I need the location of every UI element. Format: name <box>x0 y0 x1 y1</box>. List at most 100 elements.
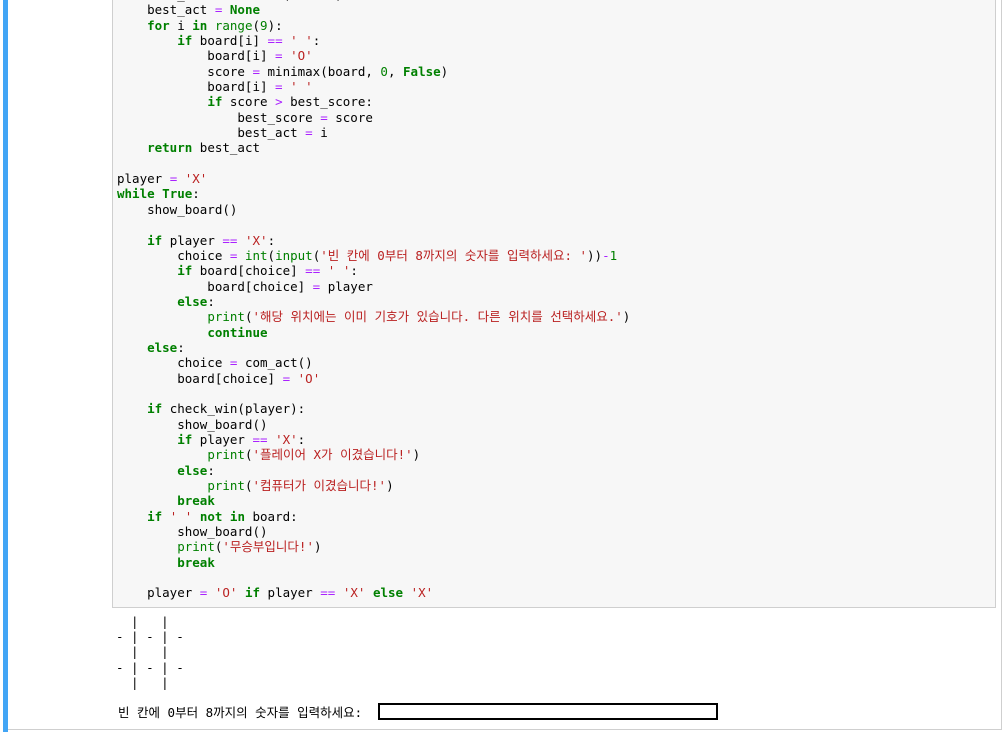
code-token: board[i] <box>192 33 268 49</box>
code-line: if score > best_score: <box>117 94 630 109</box>
code-text[interactable]: best_score = float('-inf') best_act = No… <box>117 0 630 601</box>
code-token: == <box>252 431 268 447</box>
code-line: print('컴퓨터가 이겼습니다!') <box>117 478 630 493</box>
code-token: ' ' <box>327 263 351 279</box>
code-token: = <box>275 48 283 64</box>
code-line: else: <box>117 340 630 355</box>
code-token: ) <box>622 309 631 325</box>
code-line: choice = int(input('빈 칸에 0부터 8까지의 숫자를 입력… <box>117 248 630 263</box>
code-line: for i in range(9): <box>117 18 630 33</box>
code-line: show_board() <box>117 417 630 432</box>
code-token: ( <box>252 17 261 33</box>
code-token: if <box>244 585 261 601</box>
code-token: show_board() <box>117 524 268 540</box>
code-token: ) <box>412 447 421 463</box>
code-line: best_score = score <box>117 110 630 125</box>
code-token: board[choice] <box>117 278 313 294</box>
code-token: player <box>320 278 373 294</box>
code-token: i <box>312 125 328 141</box>
code-token: if <box>147 232 163 248</box>
code-token: '무승부입니다!' <box>222 539 314 555</box>
code-token: 'X' <box>244 232 268 248</box>
output-line: | | <box>116 644 169 660</box>
code-token: ' ' <box>169 508 193 524</box>
code-token: print <box>177 539 215 555</box>
code-token: score <box>117 63 253 79</box>
code-token: continue <box>207 324 268 340</box>
code-token: == <box>305 263 321 279</box>
code-token: board: <box>244 508 298 524</box>
code-token: for <box>147 17 170 33</box>
code-line: if ' ' not in board: <box>117 509 630 524</box>
code-line: if player == 'X': <box>117 233 630 248</box>
code-token: score <box>327 109 373 125</box>
code-token: ): <box>267 17 283 33</box>
code-token: board[choice] <box>117 370 283 386</box>
stdin-input[interactable] <box>377 702 718 720</box>
code-token: if <box>177 33 193 49</box>
code-line: board[i] = 'O' <box>117 48 630 63</box>
code-token: '플레이어 X가 이겼습니다!' <box>252 447 413 463</box>
code-token: else <box>372 585 404 601</box>
code-token: ' ' <box>290 79 313 95</box>
code-token: 'X' <box>184 171 208 187</box>
code-token: else <box>147 339 178 355</box>
code-token: 'O' <box>297 370 321 386</box>
code-token: : <box>207 462 215 478</box>
code-token: ' ' <box>290 33 313 49</box>
code-token: player <box>117 171 170 187</box>
code-line: print('해당 위치에는 이미 기호가 있습니다. 다른 위치를 선택하세요… <box>117 309 630 324</box>
code-token: player <box>117 585 200 601</box>
code-line: player = 'O' if player == 'X' else 'X' <box>117 585 630 600</box>
output-line: - | - | - <box>116 659 184 675</box>
code-line: player = 'X' <box>117 171 630 186</box>
code-token: not <box>199 508 223 524</box>
code-token: in <box>229 508 245 524</box>
code-token: = <box>305 125 313 141</box>
code-line: if board[i] == ' ': <box>117 33 630 48</box>
code-token: score <box>222 94 276 110</box>
code-line: best_act = i <box>117 125 630 140</box>
code-token: else <box>177 462 208 478</box>
output-line: | | <box>116 614 169 629</box>
code-token: i <box>169 17 193 33</box>
code-token: best_score: <box>282 94 373 110</box>
output-line: - | - | - <box>116 629 184 645</box>
code-line: return best_act <box>117 140 630 155</box>
code-token: board[choice] <box>192 263 306 279</box>
code-token: check_win(player): <box>162 401 306 417</box>
code-editor[interactable]: best_score = float('-inf') best_act = No… <box>112 0 996 608</box>
code-token: 'X' <box>342 585 366 601</box>
code-token: > <box>275 94 283 110</box>
code-line: choice = com_act() <box>117 355 630 370</box>
code-token: if <box>207 94 223 110</box>
code-token: player <box>260 585 321 601</box>
code-line: board[choice] = player <box>117 279 630 294</box>
code-token: choice <box>117 247 230 263</box>
